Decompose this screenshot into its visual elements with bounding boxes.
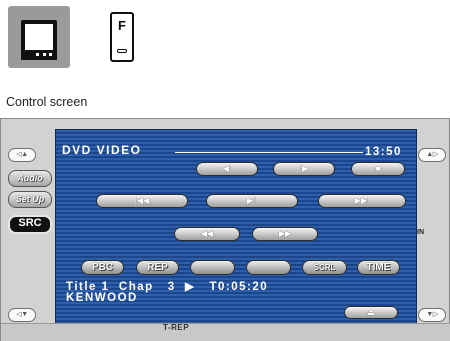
eject-button[interactable]: ⏏ bbox=[344, 306, 398, 319]
right-up-button[interactable]: ▲▷ bbox=[418, 148, 446, 162]
title-divider bbox=[175, 152, 363, 153]
left-up-button[interactable]: ◁▲ bbox=[8, 148, 36, 162]
blank-function-button-1[interactable] bbox=[190, 260, 235, 275]
fast-forward-button[interactable]: ▶▶ bbox=[252, 227, 318, 241]
playback-status: Title 1 Chap 3 ▶ T0:05:20 bbox=[66, 281, 269, 293]
caption: Control screen bbox=[6, 95, 88, 109]
remote-f-icon: F bbox=[110, 12, 134, 62]
monitor-dots-shape bbox=[36, 53, 52, 56]
monitor-icon bbox=[8, 6, 70, 68]
rewind-button[interactable]: ◀◀ bbox=[174, 227, 240, 241]
step-forward-button[interactable]: |▶ bbox=[273, 162, 335, 176]
in-label: IN bbox=[417, 229, 424, 236]
blank-function-button-2[interactable] bbox=[246, 260, 291, 275]
previous-button[interactable]: |◀◀ bbox=[96, 194, 188, 208]
disc-label: KENWOOD bbox=[66, 292, 138, 304]
time-button[interactable]: TIME bbox=[357, 260, 400, 275]
right-down-button[interactable]: ▼▷ bbox=[418, 308, 446, 322]
left-down-button[interactable]: ◁▼ bbox=[8, 308, 36, 322]
t-rep-label: T-REP bbox=[163, 323, 190, 332]
monitor-screen-shape bbox=[21, 20, 57, 54]
stop-button[interactable]: ■ bbox=[351, 162, 405, 176]
bottom-strip bbox=[1, 323, 450, 341]
audio-button[interactable]: Audio bbox=[8, 170, 52, 187]
remote-f-letter: F bbox=[118, 18, 126, 33]
remote-slot-shape bbox=[117, 49, 127, 53]
source-title: DVD VIDEO bbox=[62, 143, 142, 157]
scrl-button[interactable]: SCRL bbox=[302, 260, 347, 275]
play-pause-button[interactable]: ▶|| bbox=[206, 194, 298, 208]
setup-button[interactable]: Set Up bbox=[8, 191, 52, 208]
step-back-button[interactable]: ◀| bbox=[196, 162, 258, 176]
pbc-button[interactable]: PBC bbox=[81, 260, 124, 275]
rep-button[interactable]: REP bbox=[136, 260, 179, 275]
clock: 13:50 bbox=[365, 146, 402, 158]
next-button[interactable]: ▶▶| bbox=[318, 194, 406, 208]
src-button[interactable]: SRC bbox=[8, 215, 52, 234]
